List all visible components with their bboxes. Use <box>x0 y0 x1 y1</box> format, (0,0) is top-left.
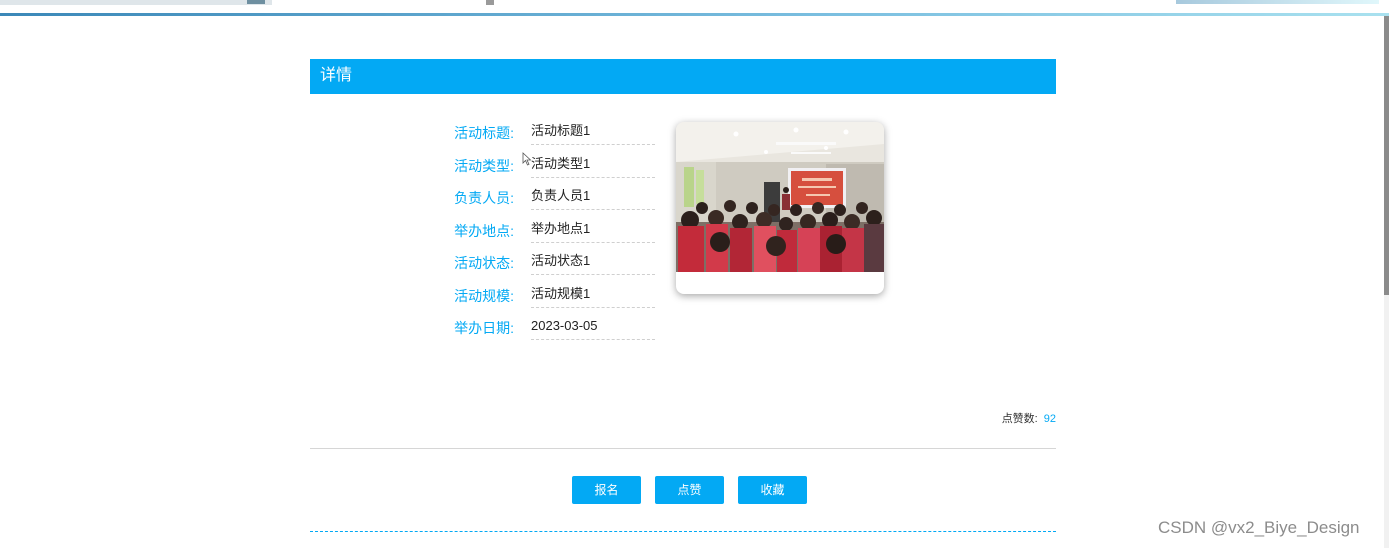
activity-photo <box>676 122 884 272</box>
detail-label: 活动类型: <box>454 157 514 174</box>
activity-photo-card <box>676 122 884 294</box>
top-strip-button[interactable] <box>247 0 265 4</box>
favorite-button[interactable]: 收藏 <box>738 476 807 504</box>
vertical-scrollbar[interactable] <box>1384 16 1389 548</box>
likes-count: 点赞数: 92 <box>1002 412 1056 426</box>
mouse-cursor-icon <box>522 152 532 166</box>
top-strip-underline <box>0 13 1389 16</box>
detail-label: 负责人员: <box>454 190 514 206</box>
detail-row-date: 举办日期: 2023-03-05 <box>420 309 660 342</box>
detail-value: 负责人员1 <box>531 187 655 210</box>
top-strip-left-area <box>0 0 272 5</box>
detail-value: 活动状态1 <box>531 252 655 275</box>
detail-value: 活动规模1 <box>531 285 655 308</box>
detail-row-person: 负责人员: 负责人员1 <box>420 179 660 212</box>
detail-label: 活动标题: <box>454 125 514 141</box>
detail-label: 活动规模: <box>454 287 514 304</box>
likes-label: 点赞数: <box>1001 413 1038 425</box>
detail-row-type: 活动类型: 活动类型1 <box>420 147 660 180</box>
dashed-divider <box>310 531 1056 532</box>
watermark: CSDN @vx2_Biye_Design <box>1158 518 1360 537</box>
section-title: 详情 <box>320 67 353 84</box>
top-strip-tick <box>486 0 494 5</box>
detail-value: 举办地点1 <box>531 220 655 243</box>
likes-value: 92 <box>1043 413 1056 425</box>
detail-row-status: 活动状态: 活动状态1 <box>420 244 660 277</box>
detail-row-scale: 活动规模: 活动规模1 <box>420 277 660 310</box>
detail-row-location: 举办地点: 举办地点1 <box>420 212 660 245</box>
detail-label: 举办日期: <box>454 320 514 336</box>
signup-button[interactable]: 报名 <box>572 476 641 504</box>
detail-value: 活动类型1 <box>531 155 655 178</box>
page: 详情 活动标题: 活动标题1 活动类型: 活动类型1 负责人员: 负责人员1 举… <box>0 0 1389 548</box>
detail-row-title: 活动标题: 活动标题1 <box>420 114 660 147</box>
detail-label: 举办地点: <box>454 222 514 239</box>
detail-section-header: 详情 <box>310 59 1056 94</box>
detail-value: 活动标题1 <box>531 122 655 145</box>
detail-value: 2023-03-05 <box>531 317 655 340</box>
divider <box>310 448 1056 449</box>
top-navigation-strip <box>0 0 1389 16</box>
detail-list: 活动标题: 活动标题1 活动类型: 活动类型1 负责人员: 负责人员1 举办地点… <box>420 114 660 342</box>
scrollbar-thumb[interactable] <box>1384 16 1389 295</box>
detail-label: 活动状态: <box>454 255 514 271</box>
top-strip-right-area <box>1176 0 1379 4</box>
like-button[interactable]: 点赞 <box>655 476 724 504</box>
